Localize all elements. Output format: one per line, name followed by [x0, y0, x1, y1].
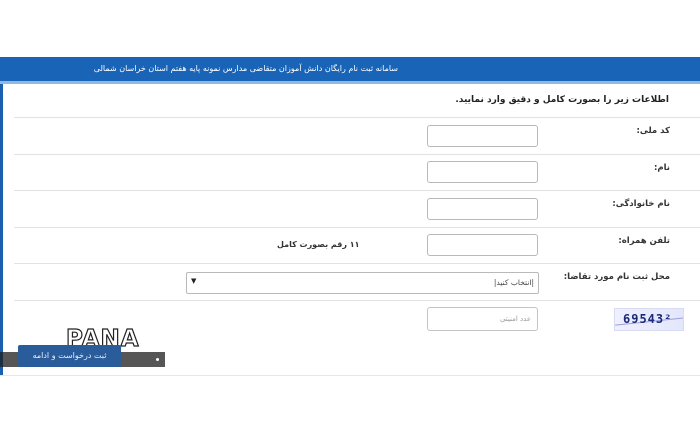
row-divider [14, 263, 700, 264]
region-select[interactable]: ▼ |انتخاب کنید| [186, 272, 539, 294]
dropdown-arrow-icon: ▼ [191, 277, 197, 285]
national-code-input[interactable] [427, 125, 538, 147]
first-name-input[interactable] [427, 161, 538, 183]
captcha-image: 69543² [614, 308, 684, 331]
bottom-divider [0, 375, 700, 376]
region-selected-value: |انتخاب کنید| [493, 278, 534, 287]
captcha-code: 69543² [623, 312, 673, 326]
last-name-label: نام خانوادگی: [612, 199, 670, 209]
row-divider [14, 300, 700, 301]
watermark-dot [156, 358, 159, 361]
page-title: سامانه ثبت نام رایگان دانش آموزان متقاضی… [93, 64, 398, 73]
row-divider [14, 117, 700, 118]
region-label: محل ثبت نام مورد تقاضا: [563, 272, 670, 282]
row-divider [14, 190, 700, 191]
page-header: سامانه ثبت نام رایگان دانش آموزان متقاضی… [0, 57, 700, 84]
mobile-label: تلفن همراه: [618, 236, 670, 246]
captcha-input[interactable] [427, 307, 538, 331]
mobile-hint: ۱۱ رقم بصورت کامل [277, 240, 360, 249]
row-divider [14, 154, 700, 155]
form-instruction: اطلاعات زیر را بصورت کامل و دقیق وارد نم… [455, 95, 669, 105]
last-name-input[interactable] [427, 198, 538, 220]
mobile-input[interactable] [427, 234, 538, 256]
row-divider [14, 227, 700, 228]
submit-button[interactable]: ثبت درخواست و ادامه [18, 345, 121, 367]
first-name-label: نام: [653, 163, 670, 173]
panel-left-border [0, 57, 3, 375]
national-code-label: کد ملی: [636, 126, 670, 136]
